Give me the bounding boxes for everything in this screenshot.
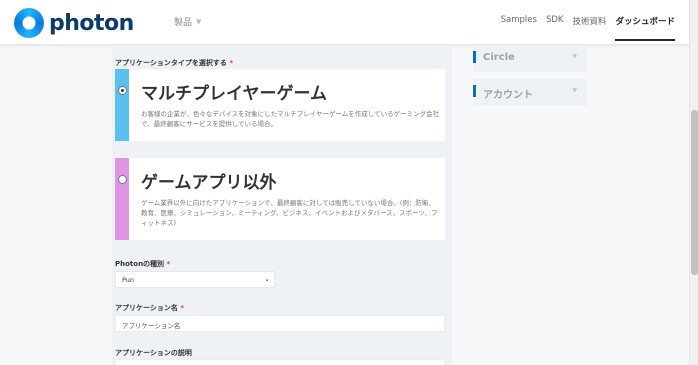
radio-multiplayer[interactable] (118, 86, 127, 95)
nav-sdk[interactable]: SDK (546, 15, 564, 27)
sidebar-item-account[interactable]: アカウント ▼ (473, 79, 587, 106)
chevron-down-icon: ▼ (196, 17, 202, 26)
nav-docs[interactable]: 技術資料 (572, 15, 606, 27)
chevron-down-icon: ▼ (572, 53, 577, 60)
option-title: マルチプレイヤーゲーム (141, 84, 327, 104)
option-color-bar (115, 69, 129, 141)
photon-type-value: Pun (122, 276, 135, 284)
photon-type-select[interactable]: Pun ⌄ (115, 271, 275, 288)
photon-type-label: Photonの種別 * (115, 260, 171, 268)
nav-links: Samples SDK 技術資料 ダッシュボード (501, 15, 675, 41)
option-description: ゲーム業界以外に向けたアプリケーションで、最終顧客に対しては販売していない場合。… (141, 199, 438, 227)
sidebar-item-circle[interactable]: Circle ▼ (473, 45, 587, 72)
chevron-down-icon: ▼ (572, 87, 577, 94)
sidebar-item-label: Circle (483, 52, 515, 63)
sidebar-accent (473, 85, 476, 97)
app-type-label: アプリケーションタイプを選択する * (115, 59, 233, 67)
radio-non-game[interactable] (118, 175, 127, 184)
logo-text: photon (49, 10, 134, 36)
page-scrollbar[interactable] (689, 0, 698, 365)
photon-logo-icon (14, 8, 44, 38)
nav-products-dropdown[interactable]: 製品 ▼ (174, 15, 202, 29)
nav-samples[interactable]: Samples (501, 15, 537, 27)
sidebar-accent (473, 51, 476, 63)
scrollbar-thumb[interactable] (691, 110, 698, 275)
app-name-label: アプリケーション名 * (115, 304, 184, 312)
app-name-input[interactable]: アプリケーション名 (115, 315, 445, 332)
option-color-bar (115, 158, 129, 240)
top-navbar: photon 製品 ▼ Samples SDK 技術資料 ダッシュボード (0, 0, 689, 45)
app-type-option-non-game[interactable]: ゲームアプリ以外 ゲーム業界以外に向けたアプリケーションで、最終顧客に対しては販… (115, 158, 445, 240)
app-type-option-multiplayer[interactable]: マルチプレイヤーゲーム お客様の企業が、色々なデバイスを対象にしたマルチプレイヤ… (115, 69, 445, 141)
photon-logo[interactable]: photon (14, 8, 134, 38)
chevron-down-icon: ⌄ (264, 275, 270, 283)
app-name-placeholder: アプリケーション名 (122, 322, 181, 330)
sidebar-item-label: アカウント (483, 90, 533, 101)
option-description: お客様の企業が、色々なデバイスを対象にしたマルチプレイヤーゲームを作成しているゲ… (141, 110, 440, 128)
app-description-input[interactable] (115, 359, 445, 365)
option-title: ゲームアプリ以外 (141, 173, 277, 193)
nav-dashboard[interactable]: ダッシュボード (615, 15, 675, 41)
app-description-label: アプリケーションの説明 (115, 349, 192, 357)
nav-products-label: 製品 (174, 18, 193, 28)
